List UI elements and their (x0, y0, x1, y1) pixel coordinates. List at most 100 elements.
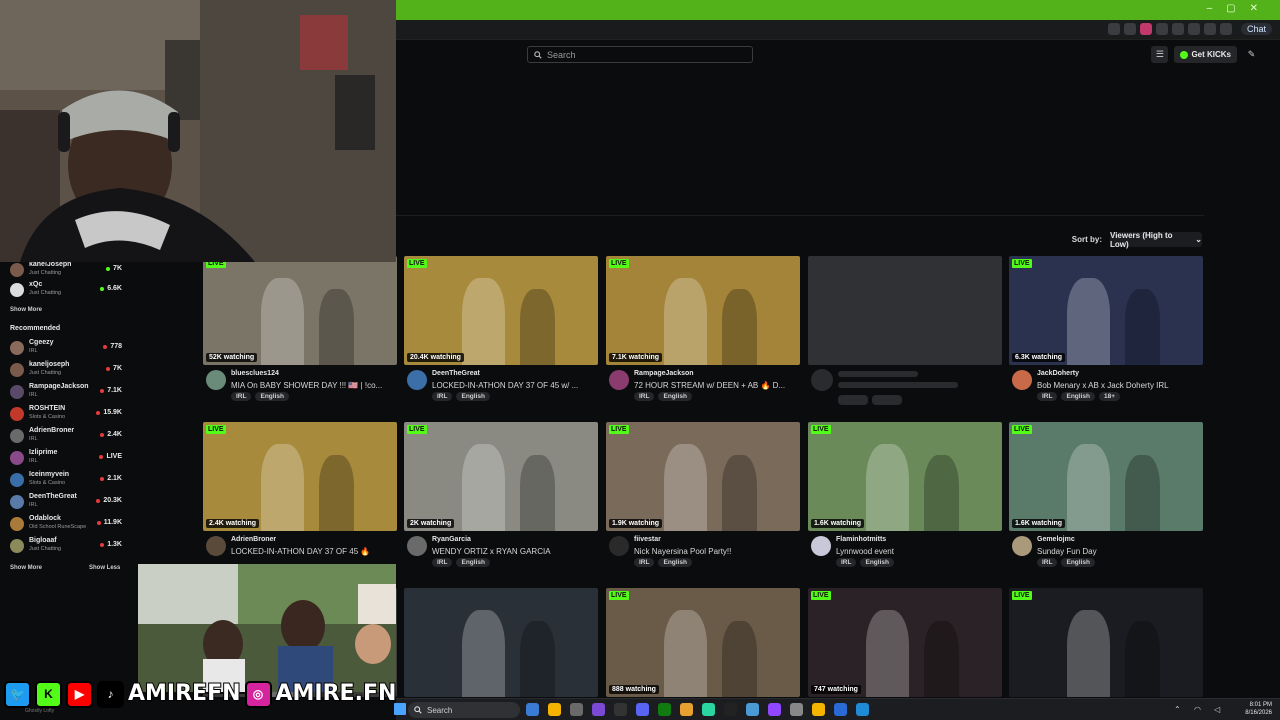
stream-thumbnail[interactable]: LIVE 6.3K watching (1009, 256, 1203, 365)
stream-title[interactable]: MIA On BABY SHOWER DAY !!! 🇺🇸 | !co... (231, 381, 395, 390)
avatar[interactable] (206, 536, 226, 556)
sidebar-item[interactable]: Iceinmyvein Slots & Casino 2.1K (10, 470, 122, 490)
tag[interactable]: English (658, 558, 692, 567)
channel-name[interactable]: bluesclues124 (231, 370, 279, 377)
sidebar-item[interactable]: Bigloaaf Just Chatting 1.3K (10, 536, 122, 556)
stream-card[interactable]: LIVE (1009, 588, 1203, 697)
stream-title[interactable]: 72 HOUR STREAM w/ DEEN + AB 🔥 D... (634, 381, 798, 390)
avatar[interactable] (407, 370, 427, 390)
avatar[interactable] (1012, 370, 1032, 390)
stream-card[interactable]: LIVE 2.4K watching AdrienBroner LOCKED-IN-A… (203, 422, 397, 571)
stream-thumbnail[interactable] (404, 588, 598, 697)
browse-icon[interactable]: ☰ (1151, 46, 1169, 63)
channel-name[interactable]: Flaminhotmitts (836, 536, 886, 543)
stream-title[interactable]: Nick Nayersina Pool Party!! (634, 547, 798, 556)
stream-card[interactable]: LIVE 52K watching bluesclues124 MIA On BABY… (203, 256, 397, 405)
avatar[interactable] (609, 370, 629, 390)
channel-name[interactable]: Gemelojmc (1037, 536, 1075, 543)
stream-title[interactable]: LOCKED-IN-ATHON DAY 37 OF 45 🔥 (231, 547, 395, 556)
stream-thumbnail[interactable]: LIVE 747 watching (808, 588, 1002, 697)
wifi-icon[interactable]: ◠ (1194, 705, 1201, 714)
sidebar-item[interactable]: RampageJackson IRL 7.1K (10, 382, 122, 402)
stream-thumbnail[interactable]: LIVE 2K watching (404, 422, 598, 531)
window-controls[interactable]: –▢✕ (1207, 3, 1272, 14)
stream-card[interactable]: LIVE 747 watching (808, 588, 1002, 697)
channel-name[interactable]: JackDoherty (1037, 370, 1079, 377)
channel-name[interactable]: DeenTheGreat (432, 370, 480, 377)
stream-thumbnail[interactable]: LIVE 20.4K watching (404, 256, 598, 365)
stream-card[interactable]: LIVE 1.6K watching Gemelojmc Sunday Fun Day… (1009, 422, 1203, 571)
tag[interactable]: English (456, 558, 490, 567)
user-menu-icon[interactable]: ✎ (1243, 46, 1260, 63)
app-icon[interactable] (746, 703, 759, 716)
tag[interactable]: IRL (231, 392, 252, 401)
sidebar-item[interactable]: kanelJoseph Just Chatting 7K (10, 260, 122, 280)
sidebar-item[interactable]: kaneljoseph Just Chatting 7K (10, 360, 122, 380)
avatar[interactable] (206, 370, 226, 390)
tag[interactable]: IRL (432, 392, 453, 401)
app-icon[interactable] (856, 703, 869, 716)
stream-title[interactable]: Bob Menary x AB x Jack Doherty IRL (1037, 381, 1201, 390)
tag[interactable]: IRL (1037, 558, 1058, 567)
app-icon[interactable] (834, 703, 847, 716)
tag[interactable]: IRL (836, 558, 857, 567)
stream-thumbnail[interactable]: LIVE (1009, 588, 1203, 697)
sidebar-item[interactable]: DeenTheGreat IRL 20.3K (10, 492, 122, 512)
app-icon[interactable] (592, 703, 605, 716)
stream-thumbnail[interactable]: LIVE 52K watching (203, 256, 397, 365)
avatar[interactable] (811, 536, 831, 556)
chrome-icon[interactable] (548, 703, 561, 716)
discord-icon[interactable] (636, 703, 649, 716)
channel-name[interactable]: RampageJackson (634, 370, 694, 377)
sidebar-item[interactable]: AdrienBroner IRL 2.4K (10, 426, 122, 446)
chat-button[interactable]: Chat (1240, 23, 1272, 35)
stream-card[interactable] (404, 588, 598, 697)
stream-title[interactable]: WENDY ORTIZ x RYAN GARCIA (432, 547, 596, 556)
stream-title[interactable]: Sunday Fun Day (1037, 547, 1201, 556)
avatar[interactable] (609, 536, 629, 556)
channel-name[interactable]: RyanGarcia (432, 536, 471, 543)
tag[interactable]: English (860, 558, 894, 567)
stream-title[interactable]: Lynnwood event (836, 547, 1000, 556)
tag[interactable]: IRL (432, 558, 453, 567)
tray-chevron-icon[interactable]: ⌃ (1174, 705, 1181, 714)
channel-name[interactable]: fiivestar (634, 536, 661, 543)
app-icon[interactable] (680, 703, 693, 716)
show-more-button[interactable]: Show More (10, 565, 42, 571)
search-input[interactable]: Search (527, 46, 753, 63)
start-icon[interactable] (394, 703, 406, 715)
show-less-button[interactable]: Show Less (89, 565, 120, 571)
tag[interactable]: English (255, 392, 289, 401)
stream-thumbnail[interactable]: LIVE 1.6K watching (1009, 422, 1203, 531)
app-icon[interactable] (570, 703, 583, 716)
stream-thumbnail[interactable]: LIVE 1.6K watching (808, 422, 1002, 531)
volume-icon[interactable]: ◁ (1214, 705, 1220, 714)
stream-card[interactable]: LIVE 888 watching (606, 588, 800, 697)
avatar[interactable] (407, 536, 427, 556)
app-icon[interactable] (702, 703, 715, 716)
twitch-icon[interactable] (768, 703, 781, 716)
extension-icon[interactable] (1108, 23, 1120, 35)
tag[interactable]: English (658, 392, 692, 401)
tag[interactable]: IRL (634, 558, 655, 567)
extension-icon[interactable] (1156, 23, 1168, 35)
sidebar-item[interactable]: Izliprime IRL LIVE (10, 448, 122, 468)
tag[interactable]: IRL (634, 392, 655, 401)
sidebar-item[interactable]: xQc Just Chatting 6.6K (10, 280, 122, 300)
tag[interactable]: IRL (1037, 392, 1058, 401)
extension-icon[interactable] (1188, 23, 1200, 35)
extension-icon[interactable] (1204, 23, 1216, 35)
tag[interactable]: 18+ (1098, 392, 1120, 401)
sidebar-item[interactable]: Cgeezy IRL 778 (10, 338, 122, 358)
xbox-icon[interactable] (658, 703, 671, 716)
taskbar-search[interactable]: Search (408, 702, 520, 718)
settings-icon[interactable] (790, 703, 803, 716)
stream-thumbnail[interactable]: LIVE 1.9K watching (606, 422, 800, 531)
stream-card[interactable]: LIVE 6.3K watching JackDoherty Bob Menary x… (1009, 256, 1203, 405)
tag[interactable]: English (456, 392, 490, 401)
app-icon[interactable] (724, 703, 737, 716)
stream-card[interactable]: LIVE 20.4K watching DeenTheGreat LOCKED-IN-… (404, 256, 598, 405)
stream-title[interactable]: LOCKED-IN-ATHON DAY 37 OF 45 w/ ... (432, 381, 596, 390)
stream-card[interactable]: LIVE 1.9K watching fiivestar Nick Nayersina… (606, 422, 800, 571)
stream-thumbnail[interactable]: LIVE 7.1K watching (606, 256, 800, 365)
